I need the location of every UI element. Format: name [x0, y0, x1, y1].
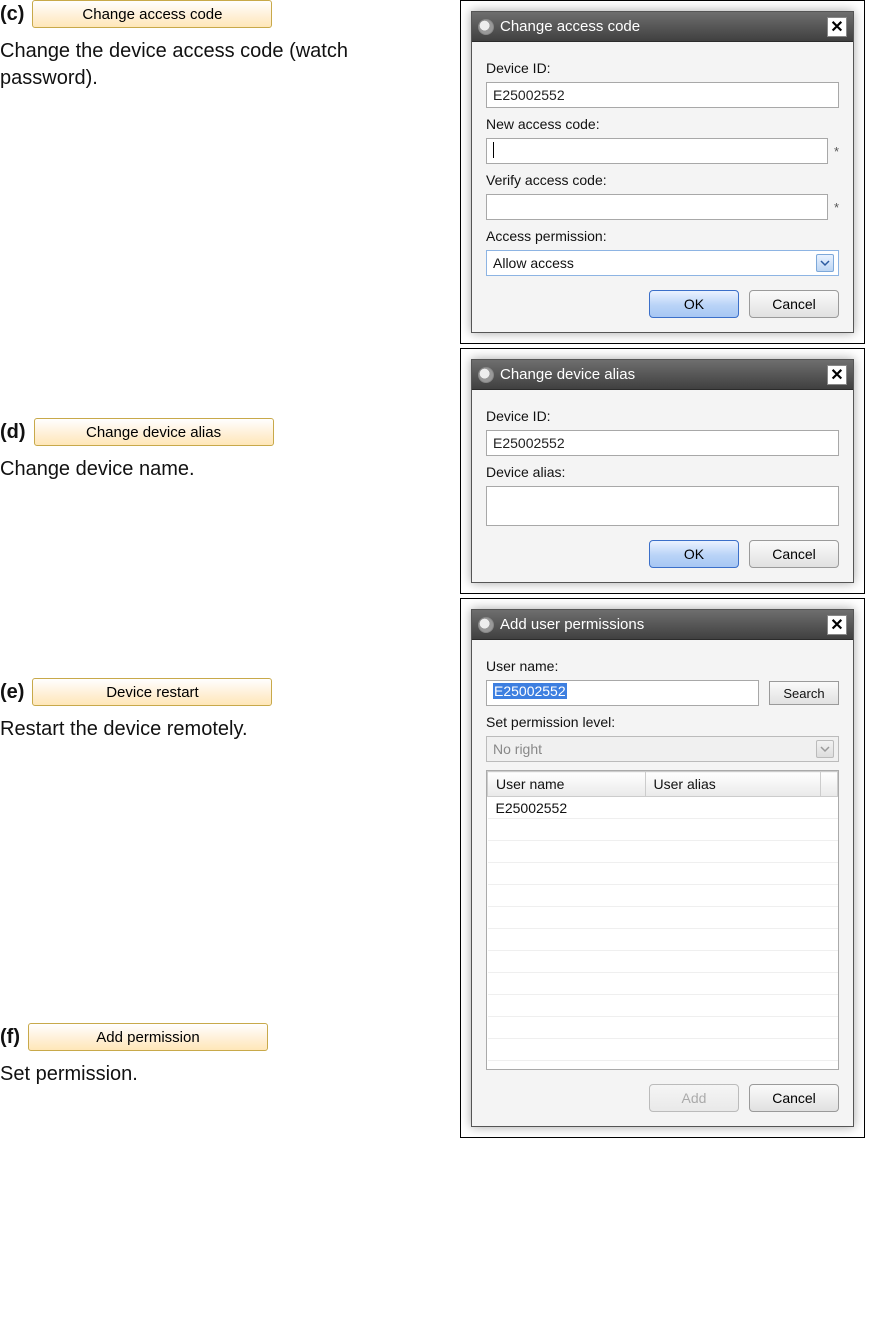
- cancel-button[interactable]: Cancel: [749, 540, 839, 568]
- col-user-name[interactable]: User name: [488, 772, 646, 797]
- table-header-row: User name User alias: [488, 772, 838, 797]
- item-f-description: Set permission.: [0, 1061, 450, 1088]
- titlebar: Add user permissions ✕: [472, 610, 853, 640]
- access-permission-label: Access permission:: [486, 228, 839, 244]
- table-row: [488, 995, 838, 1017]
- col-user-alias[interactable]: User alias: [645, 772, 820, 797]
- table-row: [488, 841, 838, 863]
- cell-user-alias: [645, 797, 820, 819]
- device-alias-field[interactable]: [486, 486, 839, 526]
- titlebar: Change access code ✕: [472, 12, 853, 42]
- table-row: [488, 951, 838, 973]
- chevron-down-icon: [816, 254, 834, 272]
- device-id-label: Device ID:: [486, 60, 839, 76]
- cancel-button[interactable]: Cancel: [749, 290, 839, 318]
- change-access-code-button[interactable]: Change access code: [32, 0, 272, 28]
- user-name-field[interactable]: E25002552: [486, 680, 759, 706]
- dialog-change-device-alias: Change device alias ✕ Device ID: Device …: [460, 348, 865, 594]
- dialog-change-access-code: Change access code ✕ Device ID: New acce…: [460, 0, 865, 344]
- item-d-description: Change device name.: [0, 456, 450, 483]
- device-alias-label: Device alias:: [486, 464, 839, 480]
- required-asterisk: *: [834, 200, 839, 215]
- new-access-code-field[interactable]: [486, 138, 828, 164]
- table-row: [488, 1039, 838, 1061]
- item-marker-f: (f): [0, 1026, 20, 1049]
- col-spacer: [820, 772, 838, 797]
- ok-button[interactable]: OK: [649, 540, 739, 568]
- table-row: [488, 1017, 838, 1039]
- permission-level-value: No right: [493, 741, 542, 757]
- verify-access-code-field[interactable]: [486, 194, 828, 220]
- add-button: Add: [649, 1084, 739, 1112]
- app-icon: [478, 617, 494, 633]
- permission-level-select[interactable]: No right: [486, 736, 839, 762]
- table-row: [488, 863, 838, 885]
- change-device-alias-button[interactable]: Change device alias: [34, 418, 274, 446]
- user-name-label: User name:: [486, 658, 839, 674]
- item-marker-d: (d): [0, 421, 26, 444]
- table-row[interactable]: E25002552: [488, 797, 838, 819]
- permission-level-label: Set permission level:: [486, 714, 839, 730]
- table-row: [488, 819, 838, 841]
- dialog-title: Add user permissions: [500, 616, 644, 633]
- new-access-code-label: New access code:: [486, 116, 839, 132]
- item-e-description: Restart the device remotely.: [0, 716, 450, 743]
- dialog-title: Change access code: [500, 18, 640, 35]
- cell-user-name: E25002552: [488, 797, 646, 819]
- permissions-table: User name User alias E25002552: [486, 770, 839, 1070]
- table-row: [488, 907, 838, 929]
- item-marker-e: (e): [0, 681, 24, 704]
- table-row: [488, 973, 838, 995]
- access-permission-select[interactable]: Allow access: [486, 250, 839, 276]
- table-row: [488, 929, 838, 951]
- close-icon[interactable]: ✕: [827, 615, 847, 635]
- verify-access-code-label: Verify access code:: [486, 172, 839, 188]
- required-asterisk: *: [834, 144, 839, 159]
- device-id-field[interactable]: [486, 430, 839, 456]
- user-name-value: E25002552: [493, 683, 567, 699]
- titlebar: Change device alias ✕: [472, 360, 853, 390]
- item-marker-c: (c): [0, 3, 24, 26]
- app-icon: [478, 19, 494, 35]
- dialog-title: Change device alias: [500, 366, 635, 383]
- add-permission-button[interactable]: Add permission: [28, 1023, 268, 1051]
- cancel-button[interactable]: Cancel: [749, 1084, 839, 1112]
- close-icon[interactable]: ✕: [827, 365, 847, 385]
- device-id-field[interactable]: [486, 82, 839, 108]
- access-permission-value: Allow access: [493, 255, 574, 271]
- device-restart-button[interactable]: Device restart: [32, 678, 272, 706]
- table-row: [488, 885, 838, 907]
- dialog-add-user-permissions: Add user permissions ✕ User name: E25002…: [460, 598, 865, 1138]
- device-id-label: Device ID:: [486, 408, 839, 424]
- search-button[interactable]: Search: [769, 681, 839, 705]
- app-icon: [478, 367, 494, 383]
- close-icon[interactable]: ✕: [827, 17, 847, 37]
- ok-button[interactable]: OK: [649, 290, 739, 318]
- item-c-description: Change the device access code (watch pas…: [0, 38, 450, 92]
- chevron-down-icon: [816, 740, 834, 758]
